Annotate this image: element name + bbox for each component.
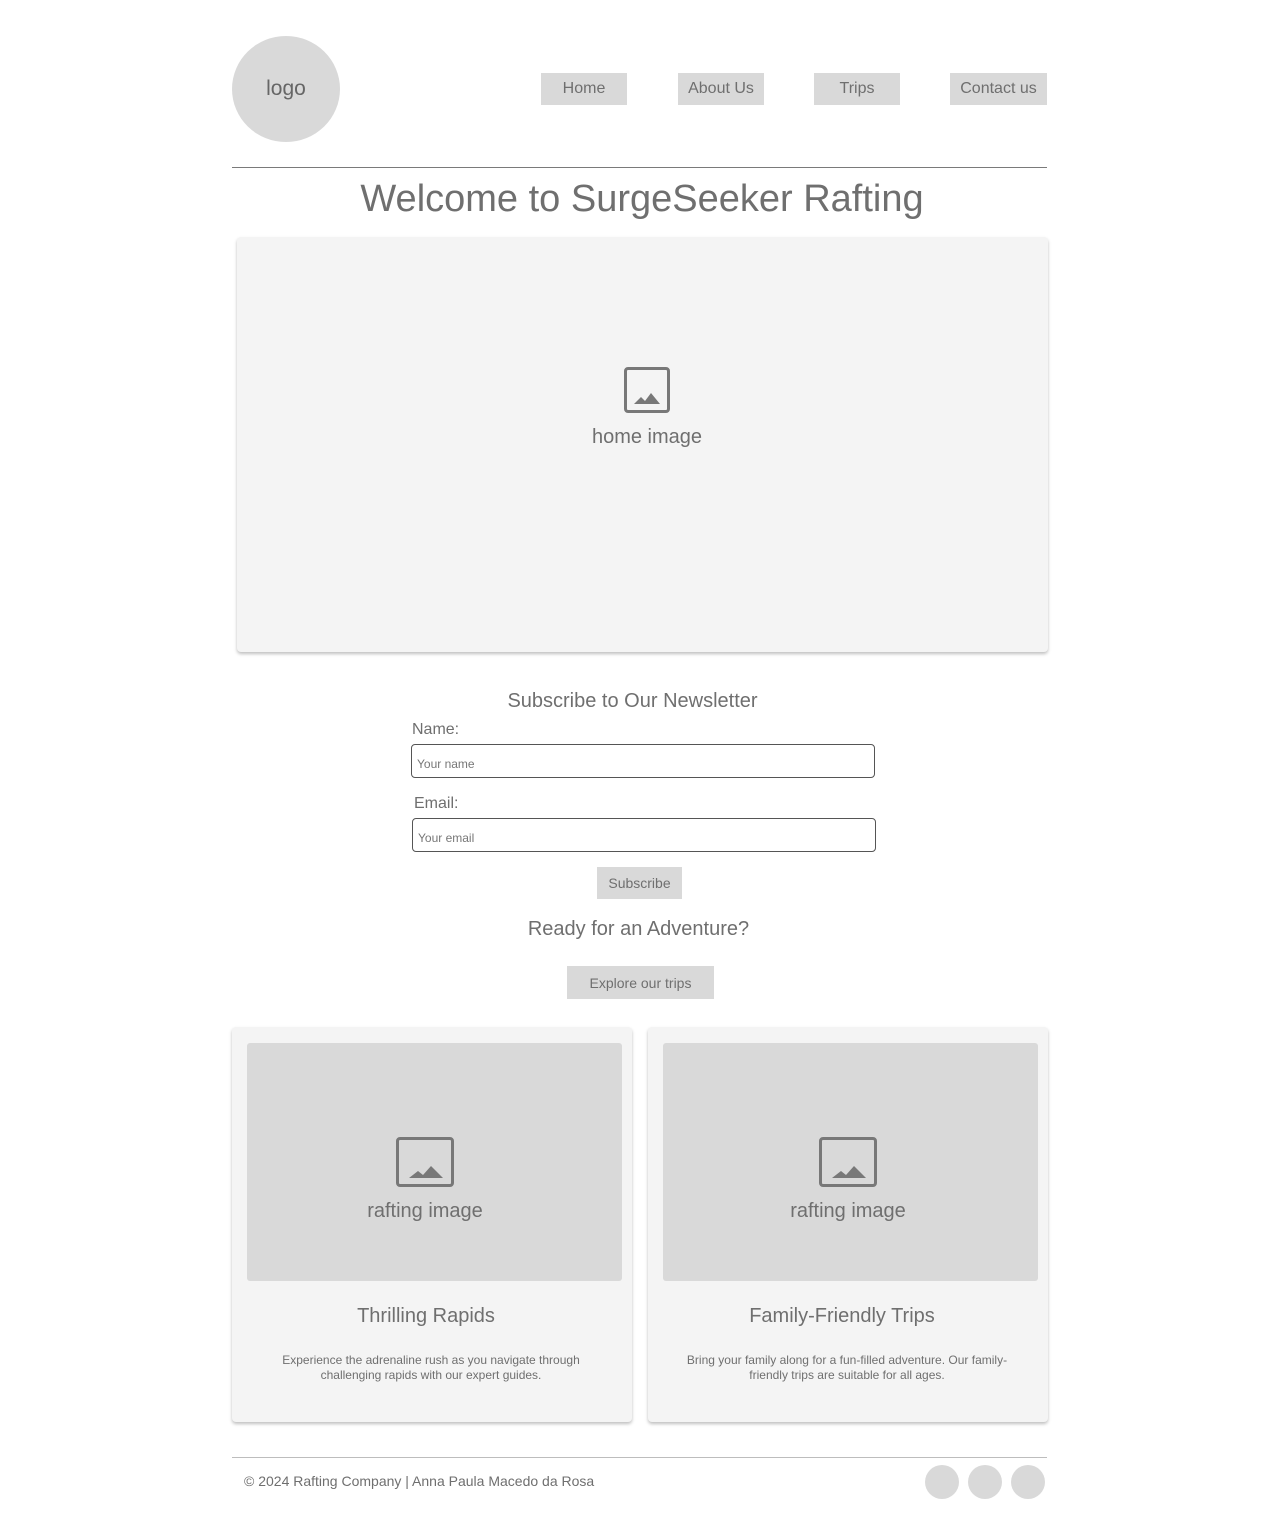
explore-trips-button[interactable]: Explore our trips [567,966,714,999]
card-title: Thrilling Rapids [357,1305,495,1327]
social-icon[interactable] [968,1465,1002,1499]
social-icon[interactable] [1011,1465,1045,1499]
cta-title: Ready for an Adventure? [527,918,750,940]
card-description: Experience the adrenaline rush as you na… [282,1353,580,1382]
image-icon [396,1137,454,1187]
card-image-label: rafting image [367,1200,483,1222]
hero-image-placeholder: home image [237,367,1057,449]
card-image-placeholder: rafting image [247,1137,603,1223]
card-title: Family-Friendly Trips [749,1305,935,1327]
nav-contact-button[interactable]: Contact us [950,73,1047,105]
header-divider [232,167,1047,168]
footer-copyright: © 2024 Rafting Company | Anna Paula Mace… [244,1473,595,1489]
name-input[interactable] [411,744,875,778]
card-image: rafting image [663,1043,1038,1281]
card-description: Bring your family along for a fun-filled… [686,1353,1008,1382]
email-input[interactable] [412,818,876,852]
nav-trips-button[interactable]: Trips [814,73,900,105]
footer-divider [232,1457,1047,1458]
image-icon [819,1137,877,1187]
hero-image-label: home image [591,426,703,448]
card-image-placeholder: rafting image [663,1137,1033,1223]
hero-image: home image [237,237,1048,652]
name-label: Name: [412,721,460,738]
trip-card: rafting image Thrilling Rapids Experienc… [232,1027,632,1422]
trip-card: rafting image Family-Friendly Trips Brin… [648,1027,1048,1422]
social-icon[interactable] [925,1465,959,1499]
subscribe-button[interactable]: Subscribe [597,867,682,899]
card-image: rafting image [247,1043,622,1281]
logo[interactable]: logo [232,36,340,142]
email-label: Email: [414,795,459,812]
newsletter-title: Subscribe to Our Newsletter [507,690,758,712]
image-icon [624,367,670,413]
card-image-label: rafting image [790,1200,906,1222]
page-title: Welcome to SurgeSeeker Rafting [360,178,924,220]
nav-about-button[interactable]: About Us [678,73,764,105]
nav-home-button[interactable]: Home [541,73,627,105]
